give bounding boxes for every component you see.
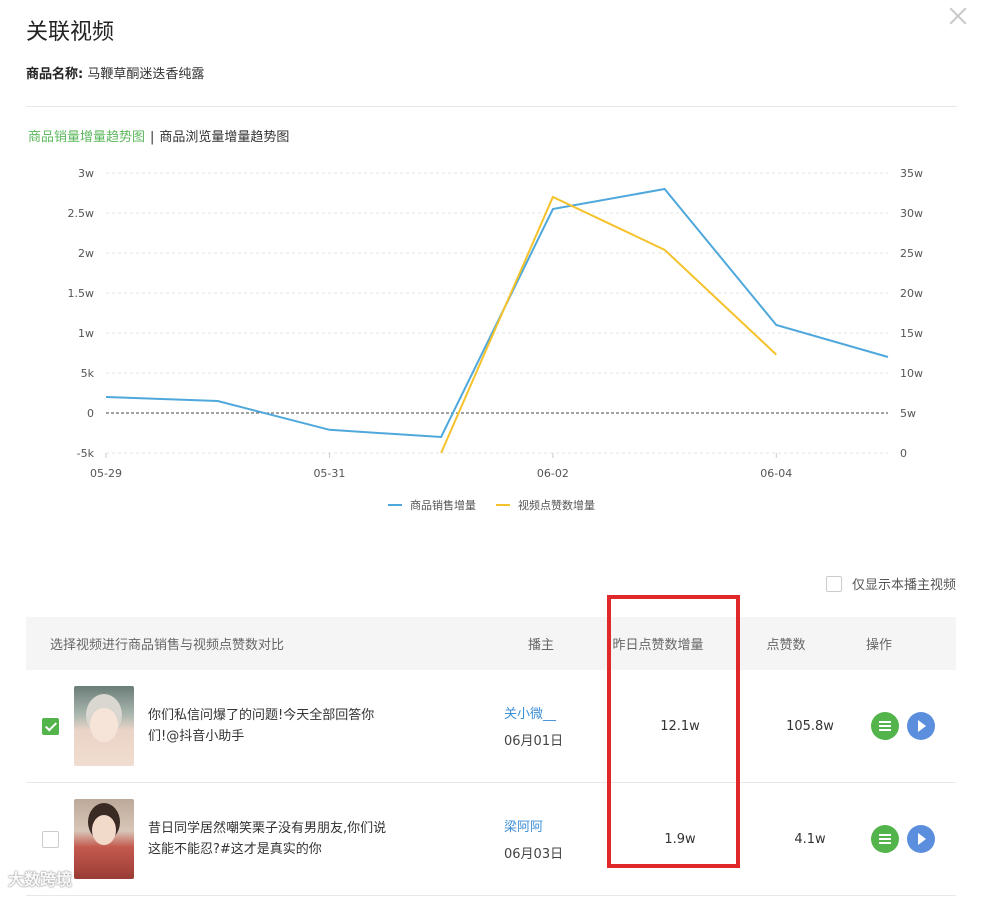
- row-checkbox[interactable]: [41, 717, 59, 735]
- left-tick-label: 0: [87, 407, 94, 420]
- tab-sales-trend[interactable]: 商品销量增量趋势图: [28, 130, 145, 145]
- header-ops: 操作: [865, 638, 892, 653]
- only-host-filter[interactable]: 仅显示本播主视频: [825, 574, 956, 593]
- header-increase: 昨日点赞数增量: [612, 638, 704, 653]
- publish-date: 06月01日: [504, 734, 564, 749]
- x-tick-label: 06-04: [760, 467, 792, 480]
- close-icon[interactable]: [949, 6, 967, 24]
- table-header: 选择视频进行商品销售与视频点赞数对比 播主 昨日点赞数增量 点赞数 操作: [26, 617, 956, 670]
- only-host-label: 仅显示本播主视频: [851, 578, 956, 593]
- x-tick-label: 05-29: [90, 467, 122, 480]
- product-info: 商品名称: 马鞭草酮迷迭香纯露: [26, 63, 204, 82]
- series-line: [440, 195, 777, 454]
- only-host-checkbox[interactable]: [825, 575, 842, 592]
- play-icon[interactable]: [907, 712, 935, 740]
- left-tick-label: 3w: [78, 167, 94, 180]
- detail-list-icon[interactable]: [871, 712, 899, 740]
- header-likes: 点赞数: [766, 638, 806, 653]
- left-tick-label: 5k: [81, 367, 95, 380]
- detail-list-icon[interactable]: [871, 825, 899, 853]
- row-checkbox[interactable]: [41, 830, 59, 848]
- right-tick-label: 10w: [900, 367, 923, 380]
- watermark-logo: 大数跨境: [8, 870, 73, 889]
- video-thumbnail[interactable]: [74, 686, 134, 766]
- product-name-value: 马鞭草酮迷迭香纯露: [87, 67, 205, 82]
- tab-views-trend[interactable]: 商品浏览量增量趋势图: [159, 130, 289, 145]
- right-tick-label: 5w: [900, 407, 916, 420]
- left-tick-label: -5k: [77, 447, 95, 460]
- chart-tabs: 商品销量增量趋势图 | 商品浏览量增量趋势图: [28, 126, 289, 145]
- right-tick-label: 15w: [900, 327, 923, 340]
- legend-label: 商品销售增量: [410, 498, 476, 512]
- right-tick-label: 30w: [900, 207, 923, 220]
- trend-chart: -5k 0 0 5w 5k 10w 1w 15w 1.5w 20w 2w 25w 2.5w 30w 3w 35…: [68, 167, 924, 512]
- left-tick-label: 2.5w: [68, 207, 95, 220]
- like-count: 4.1w: [794, 831, 826, 847]
- video-thumbnail[interactable]: [74, 799, 134, 879]
- table-row[interactable]: 昔日同学居然嘲笑栗子没有男朋友,你们说这能不能忍?#这才是真实的你 梁阿阿 06…: [26, 783, 956, 896]
- left-tick-label: 2w: [78, 247, 94, 260]
- modal-title: 关联视频: [26, 20, 115, 45]
- like-increase: 12.1w: [660, 718, 700, 734]
- video-table: 选择视频进行商品销售与视频点赞数对比 播主 昨日点赞数增量 点赞数 操作 你们私…: [26, 617, 956, 896]
- like-increase: 1.9w: [664, 831, 696, 847]
- host-link[interactable]: 关小微__: [504, 703, 590, 722]
- header-host: 播主: [527, 638, 554, 653]
- video-title[interactable]: 昔日同学居然嘲笑栗子没有男朋友,你们说这能不能忍?#这才是真实的你: [148, 818, 398, 860]
- host-link[interactable]: 梁阿阿: [504, 816, 590, 835]
- header-video: 选择视频进行商品销售与视频点赞数对比: [50, 638, 285, 653]
- video-title[interactable]: 你们私信问爆了的问题!今天全部回答你们!@抖音小助手: [148, 705, 398, 747]
- table-row[interactable]: 你们私信问爆了的问题!今天全部回答你们!@抖音小助手 关小微__ 06月01日 …: [26, 670, 956, 783]
- left-tick-label: 1.5w: [68, 287, 95, 300]
- divider: [26, 106, 957, 107]
- publish-date: 06月03日: [504, 847, 564, 862]
- series-line: [105, 187, 889, 439]
- right-tick-label: 0: [900, 447, 907, 460]
- legend-label: 视频点赞数增量: [518, 498, 595, 512]
- right-tick-label: 20w: [900, 287, 923, 300]
- product-name-label: 商品名称:: [26, 67, 84, 82]
- play-icon[interactable]: [907, 825, 935, 853]
- left-tick-label: 1w: [78, 327, 94, 340]
- tab-separator: |: [150, 130, 155, 145]
- like-count: 105.8w: [786, 718, 834, 734]
- x-tick-label: 05-31: [313, 467, 345, 480]
- x-tick-label: 06-02: [537, 467, 569, 480]
- right-tick-label: 25w: [900, 247, 923, 260]
- right-tick-label: 35w: [900, 167, 923, 180]
